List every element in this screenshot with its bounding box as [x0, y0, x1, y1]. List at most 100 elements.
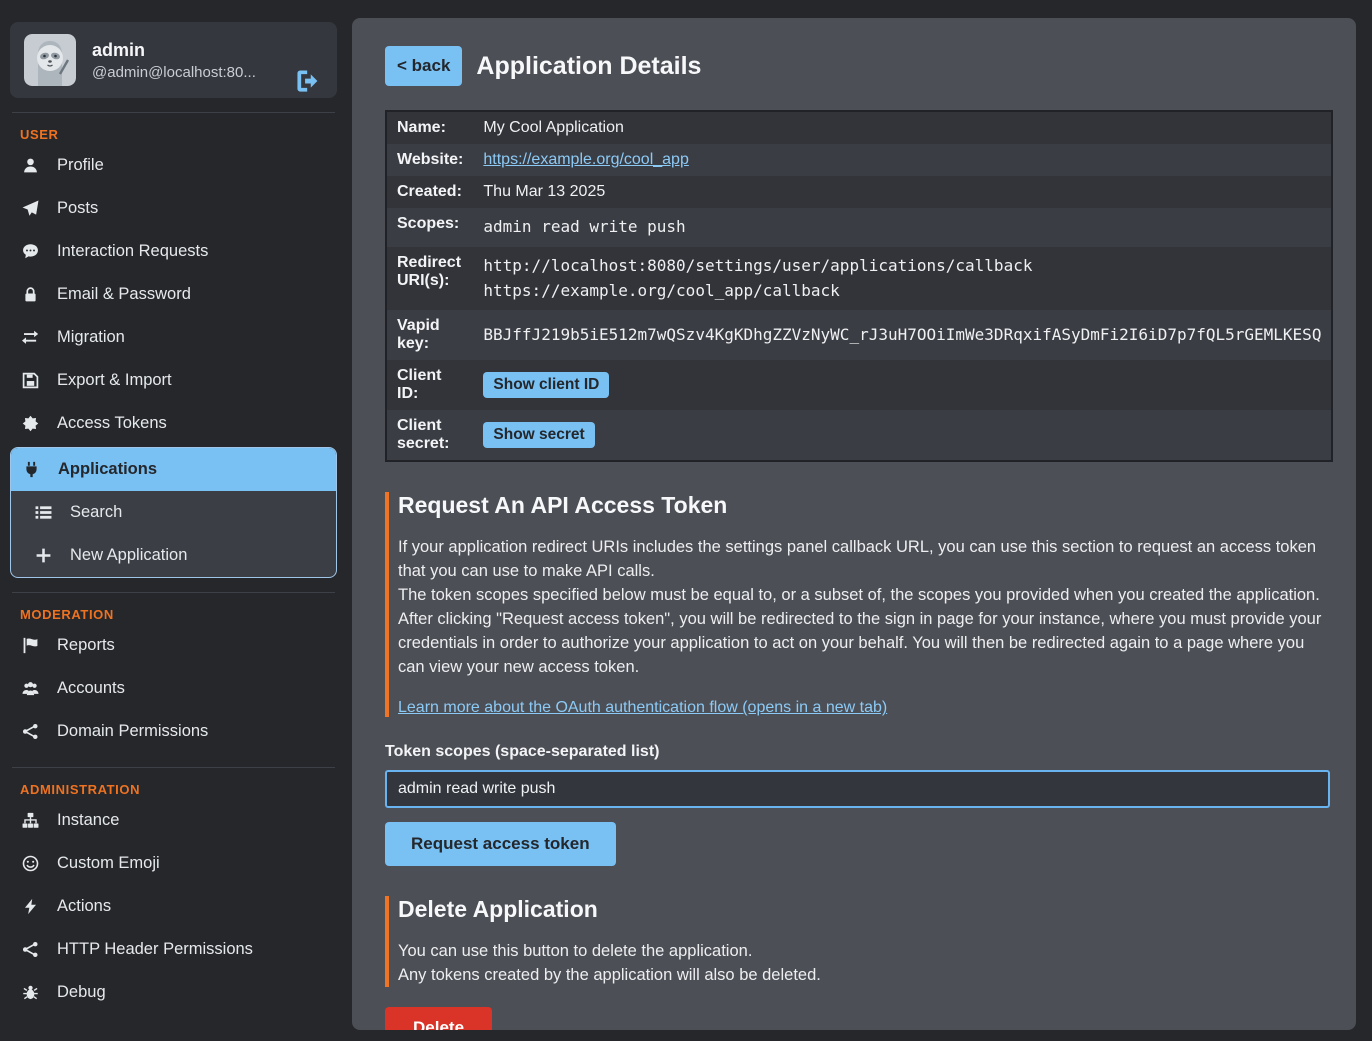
- lock-icon: [20, 286, 40, 303]
- sidebar-item-label: Custom Emoji: [57, 854, 160, 873]
- sidebar-item-actions[interactable]: Actions: [10, 885, 337, 928]
- sidebar-item-migration[interactable]: Migration: [10, 316, 337, 359]
- sidebar-item-posts[interactable]: Posts: [10, 187, 337, 230]
- sidebar-item-label: Export & Import: [57, 371, 172, 390]
- sidebar-item-custom-emoji[interactable]: Custom Emoji: [10, 842, 337, 885]
- sidebar-item-label: Email & Password: [57, 285, 191, 304]
- user-names: admin @admin@localhost:80...: [92, 40, 256, 81]
- sidebar-section-moderation: MODERATION: [10, 599, 337, 624]
- plug-icon: [21, 461, 41, 478]
- sidebar-item-applications-search[interactable]: Search: [11, 491, 336, 534]
- request-token-section: Request An API Access Token If your appl…: [385, 492, 1330, 717]
- sidebar-item-new-application[interactable]: New Application: [11, 534, 336, 577]
- sidebar-item-label: New Application: [70, 546, 187, 565]
- sidebar-item-label: Profile: [57, 156, 104, 175]
- sidebar-item-label: HTTP Header Permissions: [57, 940, 253, 959]
- user-handle: @admin@localhost:80...: [92, 64, 256, 81]
- share-nodes-icon: [20, 941, 40, 958]
- sidebar-divider: [12, 767, 335, 768]
- bolt-icon: [20, 898, 40, 915]
- sidebar-item-domain-permissions[interactable]: Domain Permissions: [10, 710, 337, 753]
- token-scopes-input[interactable]: [385, 770, 1330, 808]
- sidebar-item-email-password[interactable]: Email & Password: [10, 273, 337, 316]
- sidebar-item-label: Access Tokens: [57, 414, 167, 433]
- sidebar-item-instance[interactable]: Instance: [10, 799, 337, 842]
- sidebar-item-reports[interactable]: Reports: [10, 624, 337, 667]
- main-panel: < back Application Details Name: My Cool…: [352, 18, 1356, 1030]
- user-card[interactable]: admin @admin@localhost:80...: [10, 22, 337, 98]
- back-button[interactable]: < back: [385, 46, 462, 86]
- delete-line-1: You can use this button to delete the ap…: [398, 939, 1330, 963]
- bug-icon: [20, 984, 40, 1001]
- header-row: < back Application Details: [385, 46, 1330, 86]
- app-root: admin @admin@localhost:80... USER Profil…: [0, 0, 1372, 1041]
- applications-submenu: Search New Application: [11, 491, 336, 577]
- row-value: http://localhost:8080/settings/user/appl…: [473, 247, 1332, 311]
- row-label: Vapid key:: [386, 310, 473, 360]
- row-value: BBJffJ219b5iE512m7wQSzv4KgKDhgZZVzNyWC_r…: [473, 310, 1332, 360]
- request-access-token-button[interactable]: Request access token: [385, 822, 616, 866]
- sidebar-item-debug[interactable]: Debug: [10, 971, 337, 1014]
- row-value: Thu Mar 13 2025: [473, 176, 1332, 208]
- table-row-website: Website: https://example.org/cool_app: [386, 144, 1332, 176]
- table-row-client-secret: Client secret: Show secret: [386, 410, 1332, 461]
- sidebar-item-access-tokens[interactable]: Access Tokens: [10, 402, 337, 445]
- avatar: [24, 34, 76, 86]
- table-row-name: Name: My Cool Application: [386, 111, 1332, 144]
- users-icon: [20, 680, 40, 697]
- sidebar-item-export-import[interactable]: Export & Import: [10, 359, 337, 402]
- request-token-paragraph-3: After clicking "Request access token", y…: [398, 607, 1330, 679]
- sidebar-item-interaction-requests[interactable]: Interaction Requests: [10, 230, 337, 273]
- user-icon: [20, 157, 40, 174]
- row-label: Scopes:: [386, 208, 473, 247]
- sidebar-item-label: Migration: [57, 328, 125, 347]
- show-client-id-button[interactable]: Show client ID: [483, 372, 609, 398]
- sidebar-section-user: USER: [10, 119, 337, 144]
- oauth-docs-link[interactable]: Learn more about the OAuth authenticatio…: [398, 699, 887, 716]
- show-secret-button[interactable]: Show secret: [483, 422, 594, 448]
- sitemap-icon: [20, 812, 40, 829]
- sidebar-item-label: Applications: [58, 460, 157, 479]
- certificate-icon: [20, 415, 40, 432]
- applications-nav-group: Applications Search New Application: [10, 447, 337, 578]
- redirect-uri-1: http://localhost:8080/settings/user/appl…: [483, 254, 1321, 279]
- page-title: Application Details: [476, 52, 701, 81]
- sidebar-item-label: Reports: [57, 636, 115, 655]
- share-nodes-icon: [20, 723, 40, 740]
- delete-button[interactable]: Delete: [385, 1007, 492, 1030]
- website-link[interactable]: https://example.org/cool_app: [483, 151, 688, 168]
- row-label: Created:: [386, 176, 473, 208]
- request-token-paragraph-2: The token scopes specified below must be…: [398, 583, 1330, 607]
- sign-out-icon[interactable]: [295, 68, 321, 94]
- application-details-table: Name: My Cool Application Website: https…: [385, 110, 1333, 462]
- table-row-vapid-key: Vapid key: BBJffJ219b5iE512m7wQSzv4KgKDh…: [386, 310, 1332, 360]
- flag-icon: [20, 637, 40, 654]
- comment-dots-icon: [20, 243, 40, 260]
- smile-icon: [20, 855, 40, 872]
- sidebar-item-label: Posts: [57, 199, 98, 218]
- delete-application-section: Delete Application You can use this butt…: [385, 896, 1330, 987]
- user-display-name: admin: [92, 40, 256, 61]
- sidebar-item-profile[interactable]: Profile: [10, 144, 337, 187]
- sidebar-item-label: Domain Permissions: [57, 722, 208, 741]
- delete-heading: Delete Application: [398, 896, 1330, 923]
- table-row-created: Created: Thu Mar 13 2025: [386, 176, 1332, 208]
- sidebar-divider: [12, 112, 335, 113]
- table-row-redirect-uris: Redirect URI(s): http://localhost:8080/s…: [386, 247, 1332, 311]
- paper-plane-icon: [20, 200, 40, 217]
- exchange-icon: [20, 329, 40, 346]
- row-label: Redirect URI(s):: [386, 247, 473, 311]
- list-icon: [33, 504, 53, 521]
- table-row-client-id: Client ID: Show client ID: [386, 360, 1332, 410]
- sidebar-divider: [12, 592, 335, 593]
- token-scopes-label: Token scopes (space-separated list): [385, 743, 1330, 761]
- token-scopes-form: Token scopes (space-separated list) Requ…: [385, 743, 1330, 866]
- sidebar-item-accounts[interactable]: Accounts: [10, 667, 337, 710]
- sidebar: admin @admin@localhost:80... USER Profil…: [0, 0, 352, 1041]
- plus-icon: [33, 547, 53, 564]
- sidebar-item-http-header-permissions[interactable]: HTTP Header Permissions: [10, 928, 337, 971]
- sidebar-item-applications[interactable]: Applications: [11, 448, 336, 491]
- sidebar-section-administration: ADMINISTRATION: [10, 774, 337, 799]
- floppy-icon: [20, 372, 40, 389]
- sidebar-item-label: Interaction Requests: [57, 242, 208, 261]
